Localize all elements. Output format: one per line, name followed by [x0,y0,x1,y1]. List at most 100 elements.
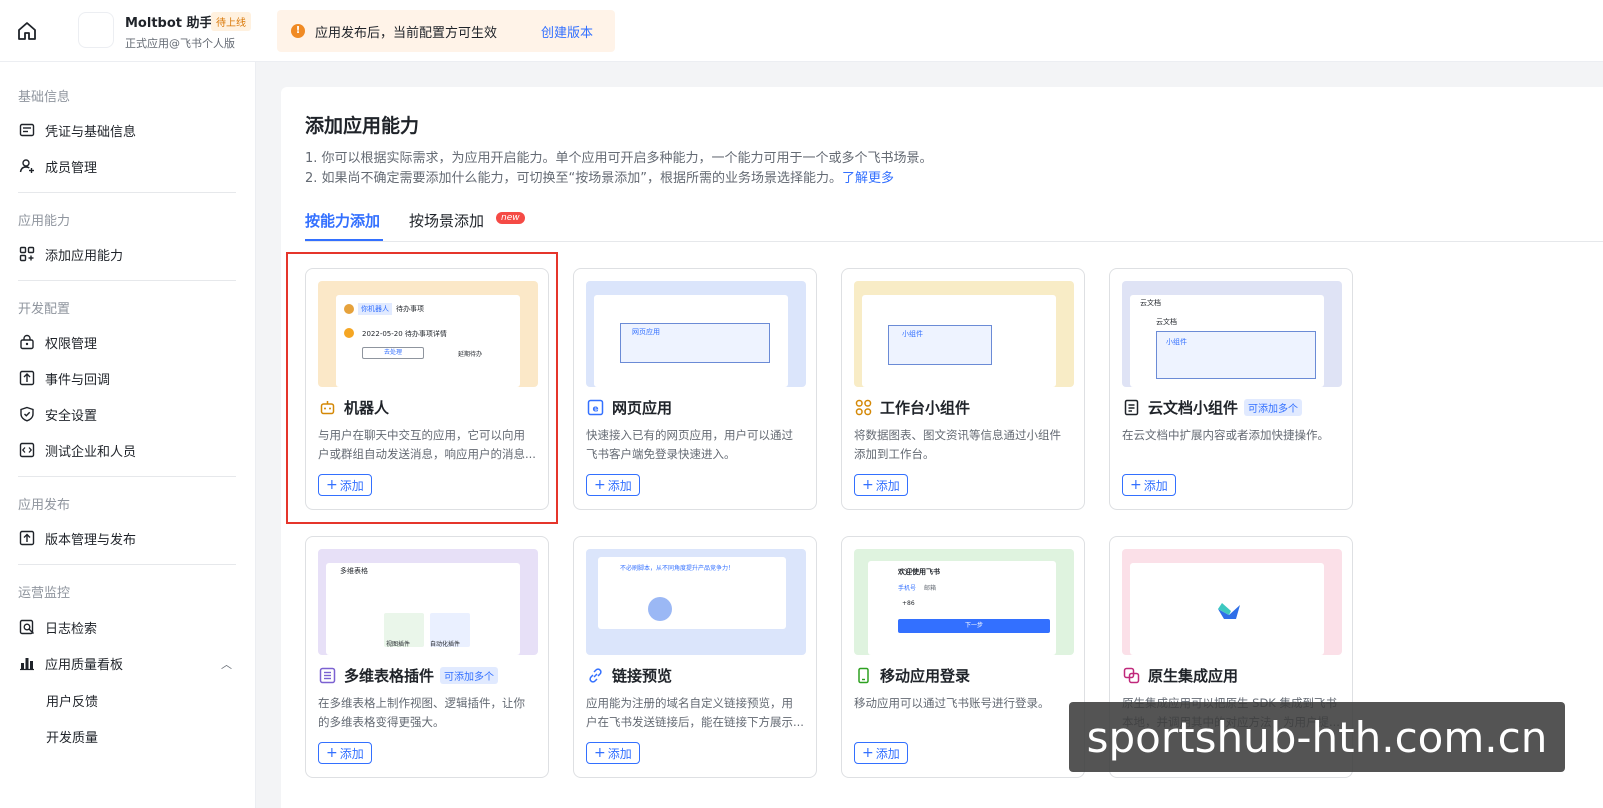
warning-icon: ! [291,24,305,38]
add-label: 添加 [607,746,632,761]
sidebar-item-members[interactable]: 成员管理 [18,152,238,180]
card-title-text: 链接预览 [612,667,673,685]
card-title: 多维表格插件 可添加多个 [318,665,499,686]
card-title-text: 多维表格插件 [344,667,435,685]
add-label: 添加 [875,478,900,493]
preview-text: 不必刷脚本，从不同角度提升产品竞争力！ [620,565,735,572]
capability-card-doc-widget[interactable]: 云文档 云文档 小组件 云文档小组件 可添加多个 在云文档中扩展内容或者添加快捷… [1109,268,1353,510]
add-link-preview-button[interactable]: + 添加 [586,742,640,764]
sidebar-group-basic: 基础信息 [18,90,71,105]
sidebar-item-versions[interactable]: 版本管理与发布 [18,524,238,552]
app-subtitle: 正式应用@飞书个人版 [125,37,235,50]
sidebar-group-capabilities: 应用能力 [18,214,71,229]
app-status-badge: 待上线 [211,12,251,31]
description-text: 2. 如果尚不确定需要添加什么能力，可切换至“按场景添加”，根据所需的业务场景选… [305,171,843,186]
divider [18,564,236,565]
preview-text: 云文档 [1140,299,1161,307]
card-title-text: 原生集成应用 [1148,667,1239,685]
sidebar-item-label: 成员管理 [45,160,98,176]
chevron-up-icon[interactable]: ︿ [221,656,232,672]
sidebar-item-dev-quality[interactable]: 开发质量 [46,722,266,750]
learn-more-link[interactable]: 了解更多 [842,171,894,186]
create-version-link[interactable]: 创建版本 [541,22,593,41]
sidebar-item-label: 版本管理与发布 [45,532,137,548]
sidebar-item-add-capability[interactable]: 添加应用能力 [18,240,238,268]
bar-chart-icon [18,654,36,672]
card-title-text: 工作台小组件 [880,399,971,417]
add-doc-widget-button[interactable]: + 添加 [1122,474,1176,496]
plus-icon: + [862,477,874,493]
event-icon [18,369,36,387]
add-web-app-button[interactable]: + 添加 [586,474,640,496]
preview-text: 小组件 [1166,338,1187,346]
capability-card-workplace-widget[interactable]: 小组件 工作台小组件 将数据图表、图文资讯等信息通过小组件添加到工作台。 + 添加 [841,268,1085,510]
code-icon [18,441,36,459]
card-description: 在多维表格上制作视图、逻辑插件，让你的多维表格变得更强大。 [318,696,525,729]
sidebar-item-user-feedback[interactable]: 用户反馈 [46,686,266,714]
preview-next-button: 下一步 [898,619,1050,633]
user-add-icon [18,157,36,175]
sidebar-item-events[interactable]: 事件与回调 [18,364,238,392]
sidebar-item-logs[interactable]: 日志检索 [18,613,238,641]
plus-icon: + [862,745,874,761]
tab-by-capability[interactable]: 按能力添加 [305,210,380,231]
sidebar-item-quality-dashboard[interactable]: 应用质量看板 [18,649,238,677]
capability-card-web-app[interactable]: 网页应用 e 网页应用 快速接入已有的网页应用，用户可以通过飞书客户端免登录快速… [573,268,817,510]
card-title: e 网页应用 [586,397,672,418]
add-mobile-login-button[interactable]: + 添加 [854,742,908,764]
capability-card-mobile-login[interactable]: 欢迎使用飞书 手机号 邮箱 +86 下一步 移动应用登录 移动应用可以通过飞书账… [841,536,1085,778]
sidebar-item-label: 用户反馈 [46,694,99,710]
sidebar-item-test-tenant[interactable]: 测试企业和人员 [18,436,238,464]
add-widget-button[interactable]: + 添加 [854,474,908,496]
card-description: 应用能为注册的域名自定义链接预览，用户在飞书发送链接后，能在链接下方展示... [586,696,804,729]
lock-icon [18,333,36,351]
card-preview: 网页应用 [586,281,806,387]
description-line-2: 2. 如果尚不确定需要添加什么能力，可切换至“按场景添加”，根据所需的业务场景选… [305,167,894,186]
preview-text: 手机号 [898,585,917,592]
card-description: 移动应用可以通过飞书账号进行登录。 [854,696,1050,710]
preview-text: 云文档 [1156,318,1177,326]
description-line-1: 1. 你可以根据实际需求，为应用开启能力。单个应用可开启多种能力，一个能力可用于… [305,151,933,166]
widget-icon [854,399,872,417]
card-title: 原生集成应用 [1122,665,1238,686]
page-title: 添加应用能力 [305,115,420,137]
sidebar-item-label: 凭证与基础信息 [45,124,137,140]
sidebar: 基础信息 凭证与基础信息 成员管理 应用能力 添加应用能力 开发配置 权限管理 … [0,62,256,808]
sidebar-item-label: 开发质量 [46,730,99,746]
card-preview: 小组件 [854,281,1074,387]
plus-icon: + [594,745,606,761]
capability-card-link-preview[interactable]: 不必刷脚本，从不同角度提升产品竞争力！ 链接预览 应用能为注册的域名自定义链接预… [573,536,817,778]
plus-icon: + [594,477,606,493]
capability-card-base-plugin[interactable]: 多维表格 视图插件 自动化插件 多维表格插件 可添加多个 在多维表格上制作视图、… [305,536,549,778]
preview-text: 欢迎使用飞书 [898,568,940,576]
preview-text: 自动化插件 [430,641,461,648]
card-title: 移动应用登录 [854,665,970,686]
card-preview: 不必刷脚本，从不同角度提升产品竞争力！ [586,549,806,655]
card-title-text: 云文档小组件 [1148,399,1239,417]
card-preview: 多维表格 视图插件 自动化插件 [318,549,538,655]
divider [18,280,236,281]
add-label: 添加 [339,746,364,761]
top-bar: Moltbot 助手 待上线 正式应用@飞书个人版 ! 应用发布后，当前配置方可… [0,0,1603,62]
watermark: sportshub-hth.com.cn [1069,702,1565,772]
grid-add-icon [18,245,36,263]
add-base-plugin-button[interactable]: + 添加 [318,742,372,764]
tab-by-scenario[interactable]: 按场景添加 [409,210,484,231]
link-icon [586,667,604,685]
add-label: 添加 [875,746,900,761]
sidebar-group-monitoring: 运营监控 [18,586,71,601]
card-preview [1122,549,1342,655]
card-description: 快速接入已有的网页应用，用户可以通过飞书客户端免登录快速进入。 [586,428,793,461]
home-icon[interactable] [14,18,40,44]
banner-message: 应用发布后，当前配置方可生效 [315,25,498,41]
native-icon [1122,667,1140,685]
sidebar-item-permissions[interactable]: 权限管理 [18,328,238,356]
sidebar-item-security[interactable]: 安全设置 [18,400,238,428]
sidebar-item-credentials[interactable]: 凭证与基础信息 [18,116,238,144]
multi-add-badge: 可添加多个 [440,667,499,684]
card-title: 工作台小组件 [854,397,970,418]
doc-icon [1122,399,1140,417]
tab-bar: 按能力添加 按场景添加 new [305,210,1603,242]
selection-highlight [286,252,558,524]
card-description: 在云文档中扩展内容或者添加快捷操作。 [1122,428,1329,442]
